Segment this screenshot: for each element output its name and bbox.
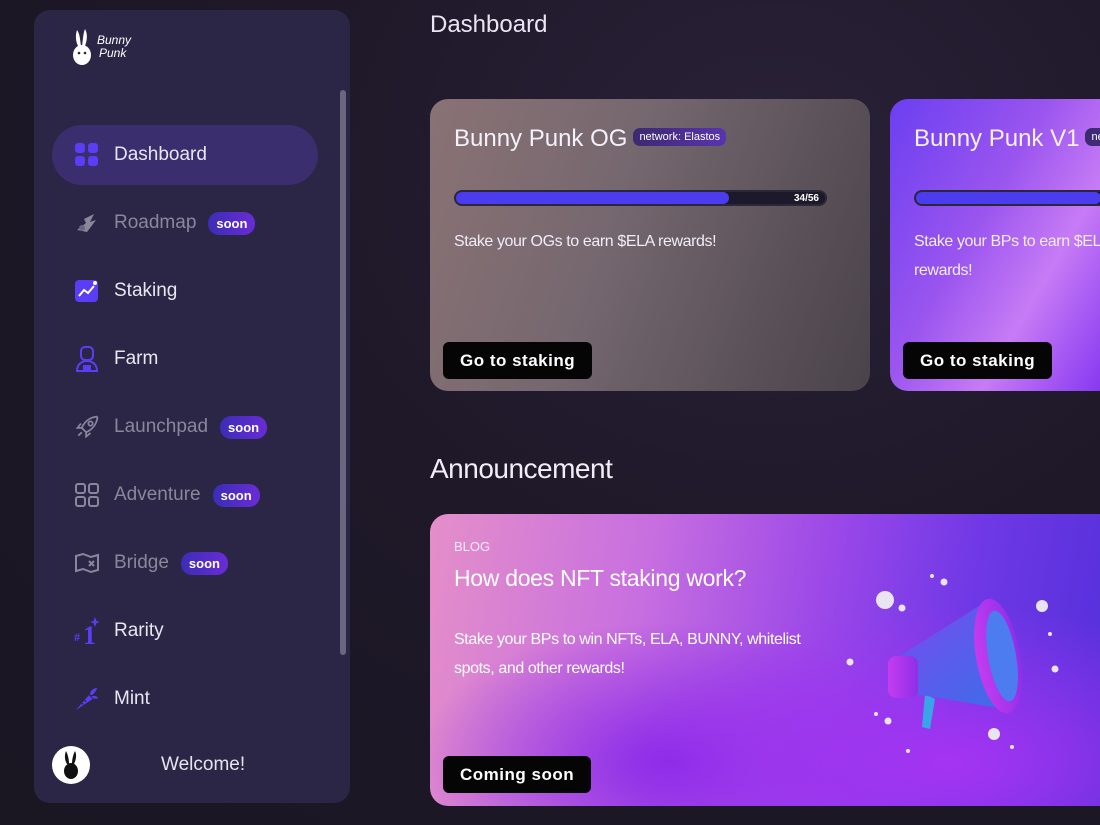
sidebar-item-rarity[interactable]: #1 Rarity: [52, 601, 318, 661]
bunny-avatar-icon: [64, 751, 78, 779]
card-description: Stake your BPs to earn $ELA rewards!: [914, 227, 1100, 285]
progress-label: 34/56: [793, 193, 819, 204]
rocket-icon: [74, 414, 100, 440]
sidebar-item-bridge[interactable]: Bridge soon: [52, 533, 318, 593]
soon-badge: soon: [220, 415, 268, 439]
avatar[interactable]: [52, 746, 90, 784]
welcome-text: Welcome!: [161, 754, 246, 775]
soon-badge: soon: [208, 211, 256, 235]
staking-card-og: Bunny Punk OG network: Elastos 34/56 Stak…: [430, 99, 870, 391]
sidebar-item-label: Dashboard: [114, 144, 207, 165]
sidebar-item-label: Launchpad: [114, 416, 209, 437]
sidebar-item-label: Roadmap: [114, 212, 197, 233]
sidebar: Bunny Punk Dashboard Roadmap soon Stakin…: [34, 10, 350, 803]
svg-text:1: 1: [83, 621, 96, 646]
megaphone-icon: [846, 574, 1059, 753]
staking-progress-bar: [914, 190, 1100, 206]
soon-badge: soon: [180, 551, 228, 575]
logo[interactable]: Bunny Punk: [72, 28, 131, 66]
progress-fill: [916, 192, 1100, 204]
sidebar-scrollbar[interactable]: [340, 90, 346, 655]
announcement-description: Stake your BPs to win NFTs, ELA, BUNNY, …: [454, 631, 801, 677]
card-title: Bunny Punk OG network: Elastos: [454, 125, 727, 153]
card-title: Bunny Punk V1 network: Elastos: [914, 125, 1100, 153]
sidebar-nav: Dashboard Roadmap soon Staking Farm Laun…: [52, 125, 318, 737]
network-badge: network: Elastos: [1085, 127, 1100, 146]
sidebar-item-mint[interactable]: Mint: [52, 669, 318, 729]
svg-text:#: #: [74, 630, 80, 644]
page-title: Dashboard: [430, 11, 548, 38]
roadmap-icon: [74, 210, 100, 236]
go-to-staking-button[interactable]: Go to staking: [443, 342, 593, 379]
announcement-title: How does NFT staking work?: [454, 565, 747, 591]
card-description-line1: Stake your BPs to earn $ELA: [914, 233, 1100, 250]
sidebar-item-label: Rarity: [114, 620, 164, 641]
user-welcome: Welcome!: [52, 745, 332, 785]
bunny-logo-icon: [73, 29, 91, 65]
staking-progress-bar: 34/56: [454, 190, 827, 206]
coming-soon-button[interactable]: Coming soon: [443, 756, 592, 793]
announcement-card: BLOG How does NFT staking work? Stake yo…: [430, 514, 1100, 806]
sidebar-item-adventure[interactable]: Adventure soon: [52, 465, 318, 525]
sidebar-item-dashboard[interactable]: Dashboard: [52, 125, 318, 185]
dashboard-icon: [74, 142, 100, 168]
go-to-staking-button[interactable]: Go to staking: [903, 342, 1053, 379]
sidebar-item-roadmap[interactable]: Roadmap soon: [52, 193, 318, 253]
staking-card-v1: Bunny Punk V1 network: Elastos Stake your…: [890, 99, 1100, 391]
blog-tag: BLOG: [454, 539, 491, 554]
soon-badge: soon: [212, 483, 260, 507]
progress-fill: [456, 192, 730, 204]
bridge-icon: [74, 550, 100, 576]
network-badge: network: Elastos: [633, 127, 727, 146]
sidebar-item-label: Farm: [114, 348, 159, 369]
card-title-text: Bunny Punk OG: [454, 125, 628, 152]
logo-text-line2: Punk: [99, 46, 127, 60]
adventure-icon: [74, 482, 100, 508]
sidebar-item-label: Staking: [114, 280, 178, 301]
sidebar-item-staking[interactable]: Staking: [52, 261, 318, 321]
card-description-line2: rewards!: [914, 262, 973, 279]
sidebar-item-label: Mint: [114, 688, 150, 709]
carrot-icon: [74, 686, 100, 712]
rarity-icon: #1: [74, 617, 100, 646]
announcement-heading: Announcement: [430, 453, 613, 484]
sidebar-item-label: Adventure: [114, 484, 201, 505]
sidebar-item-launchpad[interactable]: Launchpad soon: [52, 397, 318, 457]
sidebar-item-label: Bridge: [114, 552, 169, 573]
staking-icon: [74, 278, 100, 304]
farm-icon: [74, 346, 100, 372]
card-description: Stake your OGs to earn $ELA rewards!: [454, 233, 717, 250]
logo-text: Bunny Punk: [97, 34, 131, 60]
sidebar-item-farm[interactable]: Farm: [52, 329, 318, 389]
card-title-text: Bunny Punk V1: [914, 125, 1080, 152]
